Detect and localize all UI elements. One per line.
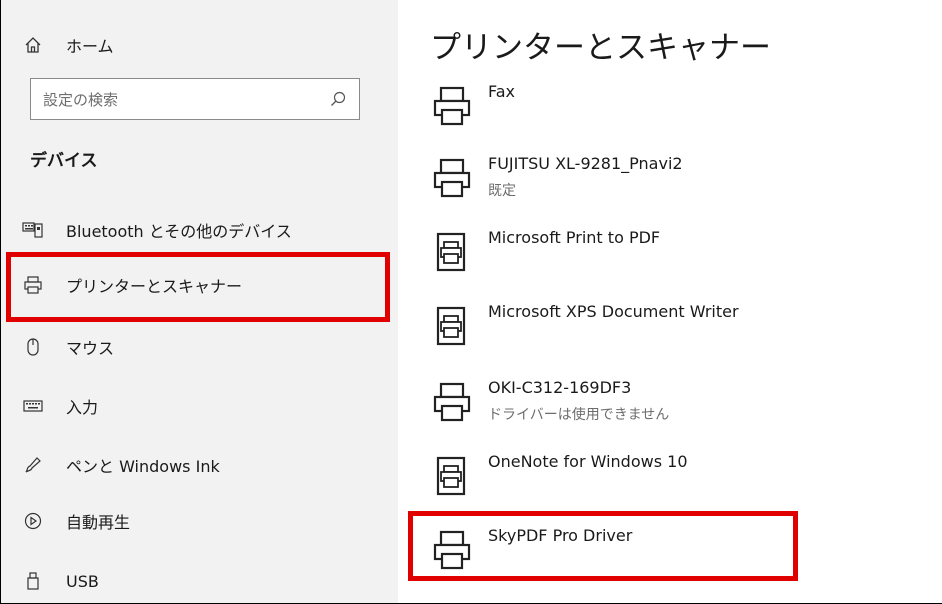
screenshot-frame [0, 0, 942, 604]
